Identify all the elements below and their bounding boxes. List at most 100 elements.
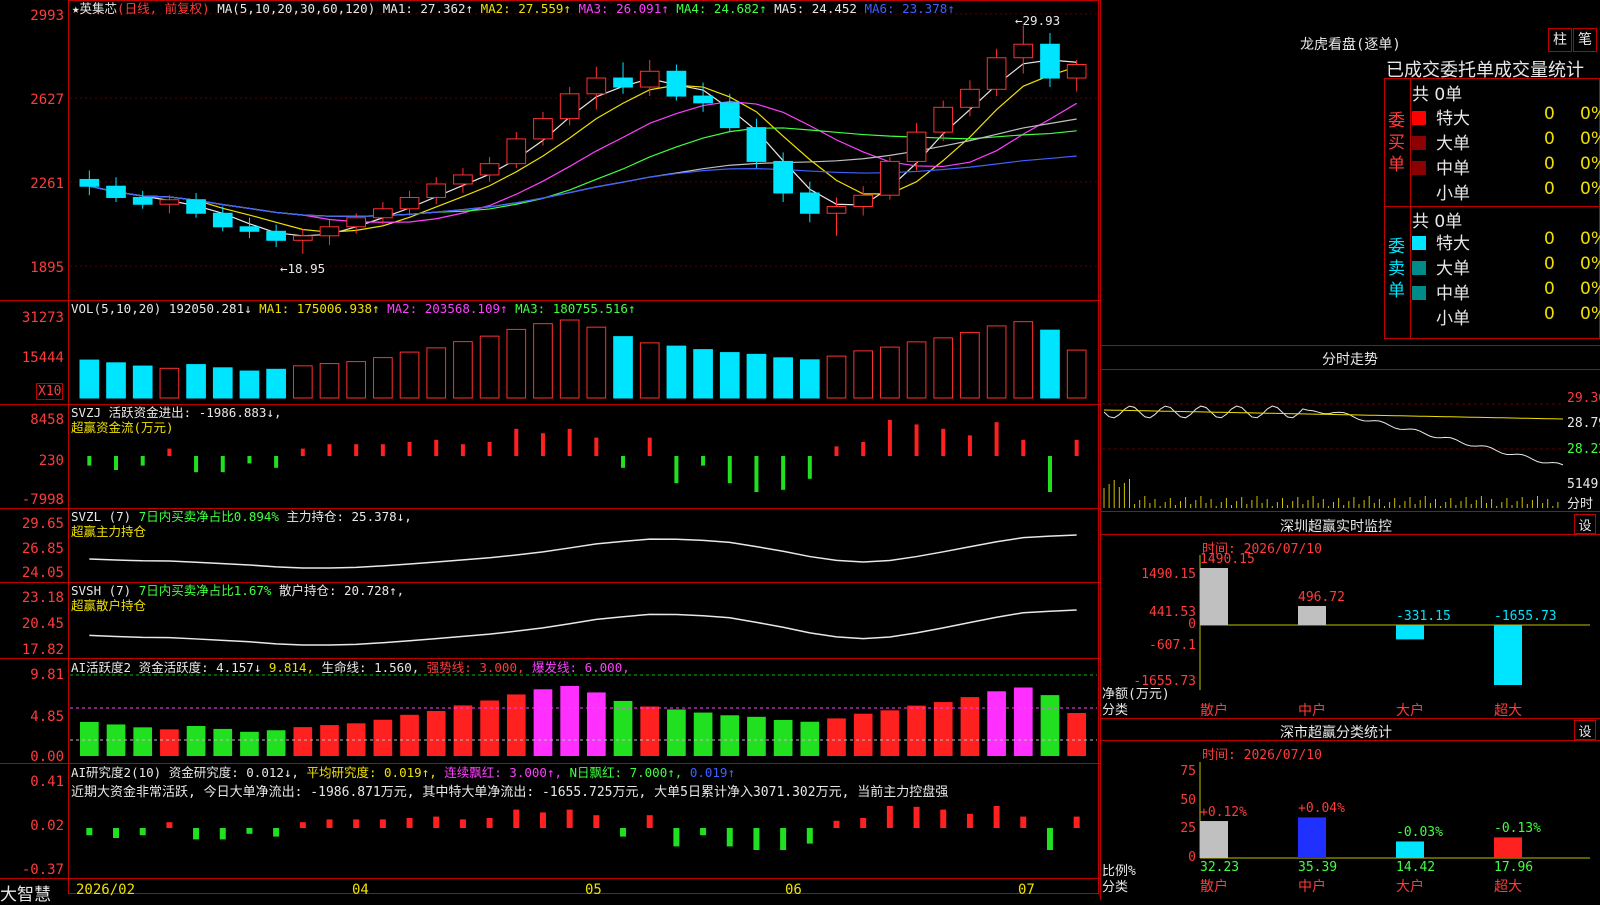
sz-class-axis-tick: 50: [1180, 792, 1196, 808]
tab-orders[interactable]: 委托单: [1440, 60, 1494, 81]
ai-active-bar: [213, 728, 233, 756]
sz-class-value: 17.96: [1494, 860, 1534, 875]
svsh-hold: 散户持仓: 20.728↑,: [278, 583, 405, 598]
brand-logo: 大智慧: [0, 885, 51, 905]
pen-mode-button[interactable]: 笔: [1573, 28, 1597, 52]
volume-bar: [399, 351, 420, 399]
candle[interactable]: [132, 190, 153, 209]
order-color-swatch: [1412, 311, 1426, 325]
volume-bar: [132, 365, 153, 399]
high-value: 29.93: [1022, 13, 1061, 28]
order-count: 0: [1544, 154, 1555, 174]
candlesticks[interactable]: [79, 25, 1087, 254]
vol-label: VOL(5,10,20): [71, 301, 162, 316]
candle[interactable]: [399, 190, 420, 216]
svzj-bar: [994, 422, 999, 456]
date-tick-1: 2026/02: [76, 882, 136, 898]
ai-research-bar: [993, 806, 1000, 828]
candle[interactable]: [1040, 32, 1060, 88]
svzj-bar: [300, 448, 305, 456]
vol-legend: VOL(5,10,20) 192050.281↓ MA1: 175006.938…: [71, 302, 636, 316]
ai-active-bar: [640, 706, 660, 756]
candle[interactable]: [826, 197, 847, 236]
candle[interactable]: [906, 123, 927, 171]
sz-class-bar: [1396, 841, 1424, 858]
candle[interactable]: [533, 111, 553, 146]
tab-filled[interactable]: 已成交: [1386, 60, 1440, 81]
candle[interactable]: [1066, 60, 1087, 92]
candle[interactable]: [639, 60, 660, 97]
order-percent: 0%: [1580, 154, 1600, 174]
sz-class-title: 深市超赢分类统计: [1280, 725, 1392, 741]
candle[interactable]: [426, 177, 447, 205]
sz-monitor-settings-button[interactable]: 设: [1574, 514, 1596, 534]
candle[interactable]: [479, 156, 500, 182]
volume-bar: [986, 325, 1007, 399]
sz-class-category: 大户: [1396, 879, 1424, 895]
candle[interactable]: [453, 168, 473, 193]
intraday-chart[interactable]: [1102, 403, 1565, 508]
bar-mode-button[interactable]: 柱: [1548, 28, 1572, 52]
tab-volume-stats[interactable]: 成交量统计: [1494, 60, 1584, 81]
candle[interactable]: [106, 177, 126, 202]
ai-research-bar: [273, 828, 280, 837]
candle[interactable]: [719, 93, 740, 133]
strong-line-label: 强势线: 3.000,: [426, 660, 525, 675]
sz-monitor-xlabel: 分类: [1102, 703, 1129, 718]
candle[interactable]: [586, 66, 607, 110]
ma5-value: MA5: 24.452: [774, 1, 857, 16]
ai-research-bar: [726, 828, 733, 847]
ai-active-bar: [133, 727, 153, 756]
volume-bar: [159, 367, 180, 399]
svzj-bar: [594, 437, 599, 456]
candle[interactable]: [986, 48, 1007, 97]
low-mark: ←18.95: [280, 261, 326, 276]
candle[interactable]: [186, 192, 206, 218]
candle[interactable]: [880, 156, 900, 200]
ai-research-bar: [166, 822, 173, 828]
svzj-bar: [380, 444, 385, 456]
ma1-line: [89, 59, 1077, 237]
volume-bar: [373, 357, 393, 399]
order-percent: 0%: [1580, 179, 1600, 199]
svzj-bar: [487, 442, 492, 456]
ai-active-bar: [1067, 713, 1086, 756]
candle[interactable]: [933, 100, 954, 142]
candle[interactable]: [666, 64, 687, 101]
svsh-axis-2: 20.45: [21, 616, 64, 632]
life-line-label: 生命线: 1.560,: [321, 660, 420, 675]
candle[interactable]: [799, 181, 820, 223]
svzj-axis-2: 230: [38, 453, 64, 469]
candle[interactable]: [266, 224, 286, 248]
sz-class-axis-tick: 0: [1188, 850, 1196, 865]
svzl-line: [89, 534, 1077, 569]
period-label[interactable]: (日线, 前复权): [117, 1, 210, 16]
candle[interactable]: [559, 87, 580, 126]
candle[interactable]: [319, 220, 340, 245]
svzj-bar: [1074, 439, 1079, 456]
n-day-red-value: N日飘红: 7.000↑,: [569, 765, 683, 780]
svzj-subtitle: 超赢资金流(万元): [71, 420, 174, 435]
candle[interactable]: [79, 170, 100, 196]
candle[interactable]: [773, 152, 793, 202]
sz-class-bar: [1200, 821, 1228, 858]
order-percent: 0%: [1580, 129, 1600, 149]
vol-unit-button[interactable]: X10: [36, 383, 64, 400]
svzj-bar: [887, 420, 892, 456]
candle[interactable]: [1013, 25, 1034, 74]
svzl-hold: 主力持仓: 25.378↓,: [286, 509, 412, 524]
sz-class-change: +0.04%: [1298, 801, 1345, 817]
sz-monitor-bar: [1396, 625, 1424, 640]
price-axis-4: 1895: [30, 260, 64, 276]
star-icon[interactable]: ★: [72, 1, 80, 16]
svzj-bar: [647, 437, 652, 456]
ai-research-bar: [539, 812, 546, 828]
candle[interactable]: [373, 201, 393, 225]
order-size-label: 特大: [1436, 234, 1470, 254]
sz-class-settings-button[interactable]: 设: [1574, 720, 1596, 740]
candle[interactable]: [292, 229, 313, 254]
volume-bar: [79, 359, 100, 399]
candle[interactable]: [960, 80, 980, 117]
moving-average-lines: [89, 59, 1077, 237]
candle[interactable]: [506, 132, 527, 169]
